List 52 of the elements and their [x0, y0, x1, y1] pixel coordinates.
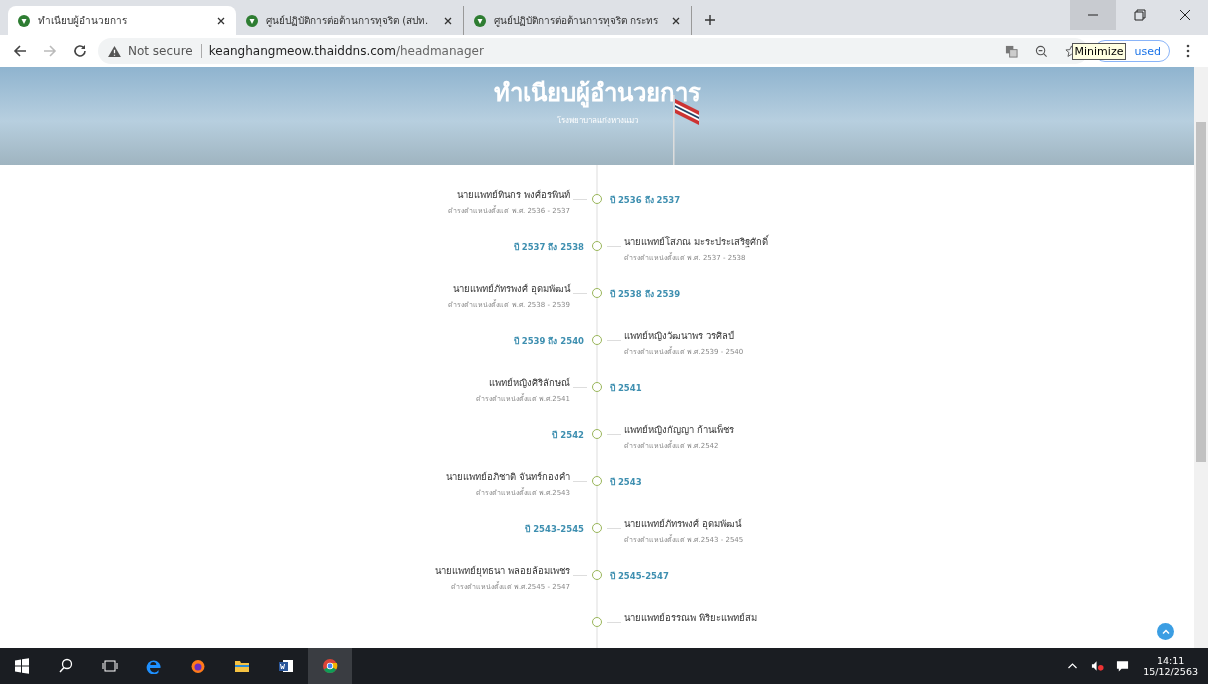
- url-text: keanghangmeow.thaiddns.com/headmanager: [208, 44, 484, 58]
- page-title: ทำเนียบผู้อำนวยการ: [493, 78, 701, 110]
- period-label: ปี 2543: [609, 476, 643, 489]
- period-label: ปี 2541: [609, 382, 643, 395]
- timeline-dot: [592, 288, 602, 298]
- shield-icon: [18, 14, 30, 27]
- timeline-dot: [592, 194, 602, 204]
- timeline-dot: [592, 617, 602, 627]
- close-icon[interactable]: [216, 15, 226, 26]
- speaker-muted-icon[interactable]: [1091, 660, 1105, 672]
- timeline-dot: [592, 335, 602, 345]
- period-label: ปี 2537 ถึง 2538: [512, 241, 585, 254]
- director-name: นายแพทย์โสภณ มะระประเสริฐศักดิ์: [624, 234, 769, 249]
- timeline-dot: [592, 523, 602, 533]
- director-name: แพทย์หญิงวัฒนาพร วรศิลป์: [624, 329, 736, 343]
- director-name: แพทย์หญิงกัญญา ก้านเพ็ชร: [624, 423, 735, 437]
- period-label: ปี 2536 ถึง 2537: [609, 194, 682, 207]
- clock-time: 14:11: [1156, 655, 1185, 666]
- period-label: ปี 2539 ถึง 2540: [512, 335, 585, 348]
- browser-tab[interactable]: ทำเนียบผู้อำนวยการ: [8, 6, 236, 35]
- director-name: นายแพทย์ยุทธนา พลอยล้อมเพชร: [434, 564, 570, 578]
- close-icon[interactable]: [443, 15, 453, 26]
- warning-icon: [108, 45, 121, 57]
- scrollbar[interactable]: [1194, 67, 1208, 648]
- page-subtitle: โรงพยาบาลแก่งหางแมว: [556, 115, 638, 127]
- timeline-dot: [592, 570, 602, 580]
- chrome-icon[interactable]: [308, 648, 352, 684]
- tooltip: Minimize: [1071, 43, 1127, 60]
- period-label: ปี 2538 ถึง 2539: [609, 288, 682, 301]
- close-icon[interactable]: [671, 15, 681, 26]
- period-label: ปี 2545-2547: [609, 570, 670, 583]
- zoom-out-icon[interactable]: [1034, 44, 1048, 58]
- director-name: นายแพทย์ภัทรพงศ์ อุดมพัฒน์: [624, 517, 743, 531]
- notification-icon[interactable]: [1116, 660, 1130, 672]
- timeline-dot: [592, 429, 602, 439]
- shield-icon: [246, 14, 258, 27]
- director-name: แพทย์หญิงศิริลักษณ์: [489, 376, 570, 390]
- new-tab-icon[interactable]: [704, 14, 716, 26]
- clock[interactable]: 14:11 15/12/2563: [1143, 655, 1198, 677]
- director-name: นายแพทย์อภิชาติ จันทร์กองคำ: [445, 470, 570, 484]
- security-label: Not secure: [128, 44, 202, 58]
- director-name: นายแพทย์ทินกร พงศ์อรพินท์: [456, 188, 570, 202]
- translate-icon[interactable]: [1004, 44, 1018, 58]
- timeline-dot: [592, 241, 602, 251]
- shield-icon: [474, 14, 486, 27]
- timeline-dot: [592, 382, 602, 392]
- timeline-dot: [592, 476, 602, 486]
- clock-date: 15/12/2563: [1143, 666, 1198, 677]
- director-name: นายแพทย์ภัทรพงศ์ อุดมพัฒน์: [452, 282, 570, 296]
- period-label: ปี 2542: [551, 429, 585, 442]
- period-label: ปี 2543-2545: [524, 523, 585, 536]
- director-name: นายแพทย์อรรณพ พิริยะแพทย์สม: [624, 611, 758, 625]
